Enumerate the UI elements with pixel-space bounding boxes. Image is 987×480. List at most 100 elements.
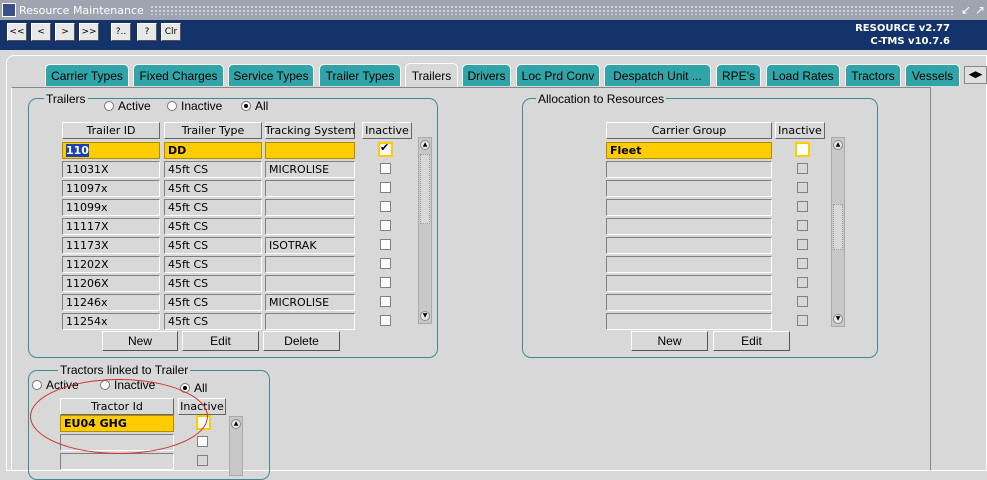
carrier-group-cell[interactable] [606,161,772,178]
last-record-button[interactable]: >> [79,23,99,41]
tab-load-rates[interactable]: Load Rates [766,64,840,86]
next-record-button[interactable]: > [55,23,75,41]
trailer-id-cell[interactable]: 11173X [62,237,160,254]
carrier-group-cell[interactable]: Fleet [606,142,772,159]
trailers-new-button[interactable]: New [102,331,178,351]
trailer-id-cell[interactable]: 11031X [62,161,160,178]
trailers-filter-inactive[interactable]: Inactive [167,99,222,113]
trailer-type-cell[interactable]: 45ft CS [164,180,262,197]
inactive-checkbox[interactable] [380,201,391,212]
allocation-inactive-checkbox[interactable] [797,163,808,174]
tab-service-types[interactable]: Service Types [228,64,314,86]
tracking-system-cell[interactable] [265,313,355,330]
tab-carrier-types[interactable]: Carrier Types [45,64,129,86]
scroll-down-icon[interactable]: ▼ [833,314,843,324]
carrier-group-cell[interactable] [606,313,772,330]
allocation-inactive-checkbox[interactable] [797,182,808,193]
inactive-checkbox[interactable] [378,141,393,157]
carrier-group-cell[interactable] [606,180,772,197]
col-tractor-id[interactable]: Tractor Id [60,398,174,415]
trailer-type-cell[interactable]: 45ft CS [164,275,262,292]
col-inactive[interactable]: Inactive [362,122,412,139]
tab-trailer-types[interactable]: Trailer Types [319,64,401,86]
allocation-inactive-checkbox[interactable] [797,296,808,307]
tracking-system-cell[interactable] [265,199,355,216]
carrier-group-cell[interactable] [606,199,772,216]
scroll-up-icon[interactable]: ▲ [231,419,241,429]
tab-fixed-charges[interactable]: Fixed Charges [133,64,224,86]
tracking-system-cell[interactable]: ISOTRAK [265,237,355,254]
col-trailer-type[interactable]: Trailer Type [164,122,262,139]
col-tracking-system[interactable]: Tracking System [265,122,355,139]
trailer-type-cell[interactable]: 45ft CS [164,294,262,311]
allocation-new-button[interactable]: New [631,331,708,351]
scroll-thumb[interactable] [420,154,430,224]
trailer-id-cell[interactable]: 11099x [62,199,160,216]
inactive-checkbox[interactable] [380,277,391,288]
minimize-icon[interactable]: ↙ [959,3,973,17]
trailer-id-cell[interactable]: 11202X [62,256,160,273]
col-carrier-group[interactable]: Carrier Group [606,122,772,139]
trailers-delete-button[interactable]: Delete [263,331,340,351]
inactive-checkbox[interactable] [380,163,391,174]
carrier-group-cell[interactable] [606,237,772,254]
allocation-inactive-checkbox[interactable] [797,239,808,250]
tractor-id-cell[interactable] [60,453,174,470]
trailers-edit-button[interactable]: Edit [182,331,259,351]
trailer-id-cell[interactable]: 11206X [62,275,160,292]
allocation-inactive-checkbox[interactable] [797,315,808,326]
trailer-type-cell[interactable]: 45ft CS [164,237,262,254]
tab-scroll-icon[interactable]: ◀▶ [964,66,987,84]
tab-vessels[interactable]: Vessels [905,64,960,86]
scroll-up-icon[interactable]: ▲ [420,140,430,150]
trailer-id-cell[interactable]: 110 [62,142,160,159]
trailers-scrollbar[interactable]: ▲ ▼ [418,137,432,324]
maximize-icon[interactable]: ↗ [973,3,987,17]
tab-tractors[interactable]: Tractors [845,64,901,86]
carrier-group-cell[interactable] [606,256,772,273]
tab-loc-prd-conv[interactable]: Loc Prd Conv [516,64,600,86]
tab-despatch-unit[interactable]: Despatch Unit ... [604,64,711,86]
allocation-inactive-checkbox[interactable] [795,142,810,157]
allocation-scrollbar[interactable]: ▲ ▼ [831,137,845,327]
tracking-system-cell[interactable] [265,180,355,197]
col-tractor-inactive[interactable]: Inactive [178,398,226,415]
first-record-button[interactable]: << [7,23,27,41]
allocation-inactive-checkbox[interactable] [797,277,808,288]
tractor-id-cell[interactable]: EU04 GHG [60,415,174,432]
trailer-id-cell[interactable]: 11097x [62,180,160,197]
tracking-system-cell[interactable] [265,275,355,292]
tractor-id-cell[interactable] [60,434,174,451]
trailer-type-cell[interactable]: 45ft CS [164,218,262,235]
inactive-checkbox[interactable] [380,239,391,250]
tractors-filter-inactive[interactable]: Inactive [100,378,155,392]
allocation-inactive-checkbox[interactable] [797,258,808,269]
tractors-filter-active[interactable]: Active [32,378,79,392]
inactive-checkbox[interactable] [380,315,391,326]
carrier-group-cell[interactable] [606,294,772,311]
allocation-inactive-checkbox[interactable] [797,220,808,231]
trailer-type-cell[interactable]: 45ft CS [164,161,262,178]
help-button[interactable]: ? [137,23,157,41]
tab-drivers[interactable]: Drivers [462,64,511,86]
trailer-type-cell[interactable]: 45ft CS [164,313,262,330]
scroll-down-icon[interactable]: ▼ [420,311,430,321]
tractors-scrollbar[interactable]: ▲ [229,416,243,476]
col-allocation-inactive[interactable]: Inactive [775,122,825,139]
col-trailer-id[interactable]: Trailer ID [62,122,160,139]
trailer-type-cell[interactable]: 45ft CS [164,199,262,216]
trailer-id-cell[interactable]: 11246x [62,294,160,311]
allocation-inactive-checkbox[interactable] [797,201,808,212]
inactive-checkbox[interactable] [380,258,391,269]
allocation-edit-button[interactable]: Edit [713,331,790,351]
trailer-type-cell[interactable]: DD [164,142,262,159]
carrier-group-cell[interactable] [606,218,772,235]
tracking-system-cell[interactable]: MICROLISE [265,161,355,178]
trailer-type-cell[interactable]: 45ft CS [164,256,262,273]
trailers-filter-active[interactable]: Active [104,99,151,113]
clear-button[interactable]: Clr [161,23,181,41]
tab-trailers[interactable]: Trailers [405,63,458,87]
scroll-up-icon[interactable]: ▲ [833,140,843,150]
trailer-id-cell[interactable]: 11254x [62,313,160,330]
tracking-system-cell[interactable] [265,256,355,273]
